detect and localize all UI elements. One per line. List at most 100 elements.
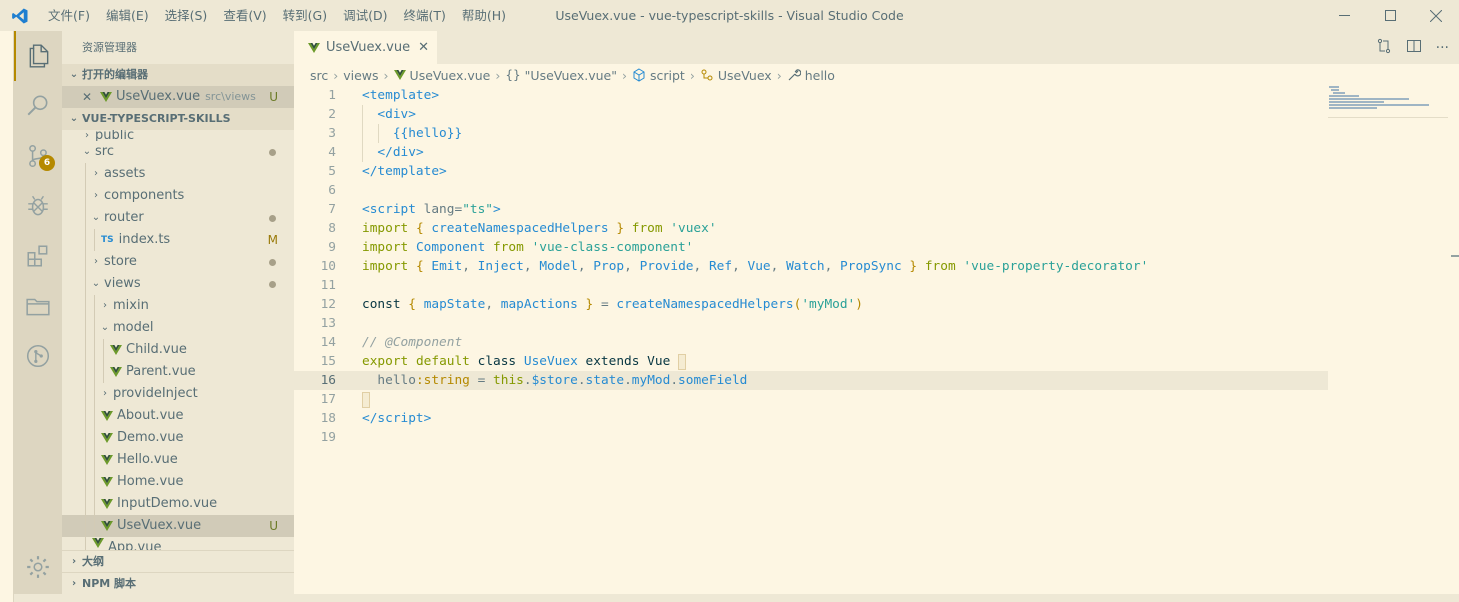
scrollbar-marker[interactable]	[1451, 255, 1459, 257]
tree-item[interactable]: Demo.vue	[62, 427, 294, 449]
chevron-down-icon: ⌄	[91, 278, 101, 289]
project-section[interactable]: ⌄ VUE-TYPESCRIPT-SKILLS	[62, 108, 294, 130]
editor-actions: ···	[1376, 31, 1449, 64]
tree-item[interactable]: Home.vue	[62, 471, 294, 493]
tree-item-label: index.ts	[118, 232, 171, 247]
vue-file-icon	[101, 521, 113, 531]
tree-item[interactable]: ⌄ model	[62, 317, 294, 339]
code-line: 18 </script>	[294, 409, 1334, 428]
tree-item-label: Demo.vue	[117, 430, 184, 445]
menu-terminal[interactable]: 终端(T)	[395, 0, 453, 31]
line-number: 13	[320, 316, 336, 331]
tree-item[interactable]: › store	[62, 251, 294, 273]
tree-item[interactable]: TS index.ts M	[62, 229, 294, 251]
explorer-title: 资源管理器	[82, 41, 137, 54]
code-editor[interactable]: 1 <template> 2 <div> 3 {{hello}} 4 </div>…	[294, 86, 1334, 447]
vue-file-icon	[101, 499, 113, 509]
explorer-activity[interactable]	[14, 31, 62, 81]
line-number: 3	[328, 126, 336, 141]
editor-area: UseVuex.vue ✕ ··· src › views › UseVuex.…	[294, 31, 1459, 594]
tree-item[interactable]: › provideInject	[62, 383, 294, 405]
maximize-button[interactable]	[1367, 0, 1413, 31]
tree-item[interactable]: Parent.vue	[62, 361, 294, 383]
breadcrumb-class[interactable]: UseVuex	[718, 68, 772, 83]
chevron-right-icon: ›	[622, 67, 627, 83]
code-line-current: 16 hello:string = this.$store.state.myMo…	[294, 371, 1328, 390]
open-changes-icon[interactable]	[1376, 38, 1392, 58]
menu-file[interactable]: 文件(F)	[40, 0, 98, 31]
close-editor-icon[interactable]: ✕	[82, 86, 100, 108]
typescript-file-icon: TS	[101, 235, 114, 245]
breadcrumb-views[interactable]: views	[343, 68, 378, 83]
line-number: 15	[320, 354, 336, 369]
background-window-strip	[0, 31, 14, 602]
tree-item-label: assets	[104, 166, 146, 181]
minimap[interactable]	[1329, 86, 1449, 126]
vue-file-icon	[101, 411, 113, 421]
tree-item[interactable]: › mixin	[62, 295, 294, 317]
tree-item[interactable]: UseVuex.vue U	[62, 515, 294, 537]
menu-edit[interactable]: 编辑(E)	[98, 0, 157, 31]
npm-scripts-label: NPM 脚本	[82, 576, 137, 590]
outline-section[interactable]: › 大纲	[62, 550, 294, 572]
tree-item[interactable]: About.vue	[62, 405, 294, 427]
breadcrumb-file[interactable]: UseVuex.vue	[410, 68, 491, 83]
open-editors-section[interactable]: ⌄ 打开的编辑器	[62, 64, 294, 86]
tree-item-label: provideInject	[113, 386, 198, 401]
code-line: 7 <script lang="ts">	[294, 200, 1334, 219]
line-number: 16	[320, 373, 336, 388]
code-token: <template>	[362, 88, 440, 103]
chevron-right-icon: ›	[94, 168, 98, 179]
tree-item[interactable]: ⌄ router	[62, 207, 294, 229]
tree-item[interactable]: › assets	[62, 163, 294, 185]
extensions-activity[interactable]	[14, 231, 62, 281]
close-tab-icon[interactable]: ✕	[418, 40, 429, 55]
menu-view[interactable]: 查看(V)	[215, 0, 274, 31]
chevron-right-icon: ›	[689, 67, 695, 83]
code-line: 1 <template>	[294, 86, 1334, 105]
line-number: 6	[328, 183, 336, 198]
menu-debug[interactable]: 调试(D)	[335, 0, 395, 31]
breadcrumb-src[interactable]: src	[310, 68, 328, 83]
more-actions-icon[interactable]: ···	[1436, 40, 1449, 56]
tree-item[interactable]: Hello.vue	[62, 449, 294, 471]
folder-activity[interactable]	[14, 281, 62, 331]
menu-selection[interactable]: 选择(S)	[157, 0, 216, 31]
maximize-icon	[1384, 10, 1396, 21]
close-window-button[interactable]	[1413, 0, 1459, 31]
tree-item[interactable]: ⌄ src	[62, 141, 294, 163]
source-control-activity[interactable]: 6	[14, 131, 62, 181]
git-status-badge: M	[267, 233, 278, 247]
breadcrumb-block[interactable]: "UseVuex.vue"	[525, 68, 617, 83]
code-line: 9 import Component from 'vue-class-compon…	[294, 238, 1334, 257]
untracked-status: U	[269, 90, 278, 104]
menu-go[interactable]: 转到(G)	[275, 0, 335, 31]
chevron-right-icon: ›	[103, 300, 107, 311]
tree-item[interactable]: Child.vue	[62, 339, 294, 361]
tab-usevuex[interactable]: UseVuex.vue ✕	[294, 31, 437, 64]
breadcrumb-script[interactable]: script	[650, 68, 685, 83]
tree-item[interactable]: › public	[62, 130, 294, 141]
tree-item[interactable]: › components	[62, 185, 294, 207]
npm-scripts-section[interactable]: › NPM 脚本	[62, 572, 294, 594]
split-editor-icon[interactable]	[1406, 38, 1422, 58]
chevron-down-icon: ⌄	[91, 212, 101, 223]
settings-activity[interactable]	[14, 542, 62, 592]
tree-item[interactable]: ⌄ views	[62, 273, 294, 295]
title-bar: 文件(F) 编辑(E) 选择(S) 查看(V) 转到(G) 调试(D) 终端(T…	[0, 0, 1459, 31]
gear-icon	[27, 556, 49, 578]
code-line: 5 </template>	[294, 162, 1334, 181]
minimap-current-line	[1328, 117, 1448, 118]
minimize-button[interactable]	[1321, 0, 1367, 31]
tree-item[interactable]: App.vue	[62, 537, 294, 551]
breadcrumb-member[interactable]: hello	[805, 68, 835, 83]
tree-item[interactable]: InputDemo.vue	[62, 493, 294, 515]
debug-activity[interactable]	[14, 181, 62, 231]
open-editor-item[interactable]: ✕ UseVuex.vue src\views U	[62, 86, 294, 108]
line-number: 8	[328, 221, 336, 236]
code-line: 2 <div>	[294, 105, 1334, 124]
git-graph-activity[interactable]	[14, 331, 62, 381]
menu-help[interactable]: 帮助(H)	[454, 0, 514, 31]
search-activity[interactable]	[14, 81, 62, 131]
tree-item-label: model	[113, 320, 154, 335]
